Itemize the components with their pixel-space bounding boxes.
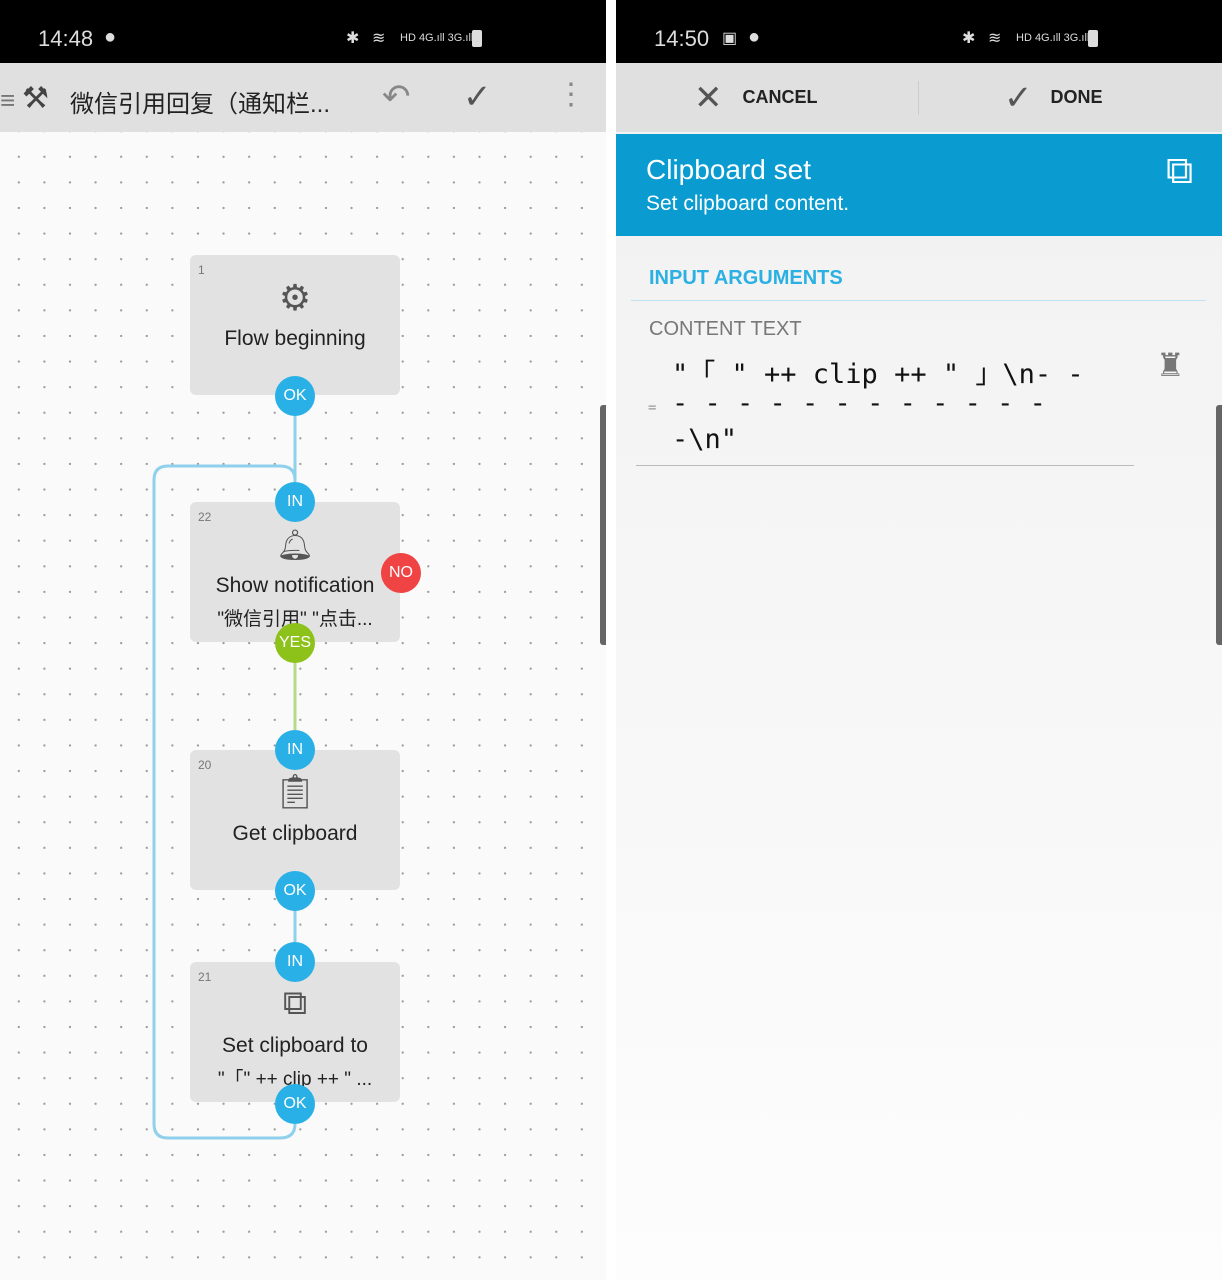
- section-heading: INPUT ARGUMENTS: [649, 267, 843, 289]
- flow-node-20[interactable]: 20 📋︎ Get clipboard: [190, 750, 400, 890]
- image-icon: ▣: [722, 30, 738, 47]
- node-title: Set clipboard to: [222, 1034, 368, 1057]
- battery-icon: [1088, 30, 1098, 47]
- status-time: 14:50: [654, 26, 710, 51]
- input-line: "「 " ++ clip ++ " 」\n- -: [672, 359, 1084, 390]
- variable-stamp-icon[interactable]: ♜: [1156, 346, 1185, 384]
- port-yes[interactable]: YES: [275, 623, 315, 663]
- port-ok[interactable]: OK: [275, 871, 315, 911]
- node-title: Show notification: [215, 574, 375, 597]
- node-number: 1: [198, 263, 205, 277]
- port-ok[interactable]: OK: [275, 1084, 315, 1124]
- cancel-button[interactable]: ✕ CANCEL: [694, 63, 914, 132]
- gear-icon: ⚙: [278, 277, 312, 318]
- status-bar: 14:50 ▣ ● ✱ ≋ HD 4G.ıll 3G.ıll: [616, 0, 1222, 63]
- flow-node-21[interactable]: 21 ⧉ Set clipboard to "「" ++ clip ++ " .…: [190, 962, 400, 1102]
- flow-node-1[interactable]: 1 ⚙ Flow beginning: [190, 255, 400, 395]
- spotify-icon: ●: [748, 26, 761, 48]
- port-no[interactable]: NO: [381, 553, 421, 593]
- node-number: 20: [198, 758, 212, 772]
- flow-editor-screen: 14:48 ● ✱ ≋ HD 4G.ıll 3G.ıll ≡ ⚒ 微信引用回复（…: [0, 0, 606, 1280]
- action-bar: ✕ CANCEL ✓ DONE: [616, 63, 1222, 132]
- flow-node-22[interactable]: 22 🔔︎ Show notification "微信引用" "点击...: [190, 502, 400, 642]
- port-in[interactable]: IN: [275, 730, 315, 770]
- port-in[interactable]: IN: [275, 942, 315, 982]
- bell-icon: 🔔︎: [275, 529, 315, 562]
- bluetooth-icon: ✱: [962, 30, 976, 47]
- block-header: Clipboard set Set clipboard content. ⧉: [616, 134, 1222, 236]
- node-title: Get clipboard: [232, 822, 358, 845]
- clipboard-icon: 📋︎: [273, 773, 317, 811]
- divider: [631, 300, 1206, 301]
- input-line: - - - - - - - - - - - -: [672, 388, 1046, 419]
- port-ok[interactable]: OK: [275, 376, 315, 416]
- input-prefix: =: [648, 400, 657, 416]
- copy-icon: ⧉: [1166, 150, 1194, 192]
- copy-icon: ⧉: [282, 984, 308, 1022]
- block-subtitle: Set clipboard content.: [646, 192, 850, 215]
- node-title: Flow beginning: [224, 327, 366, 350]
- divider: [918, 81, 919, 115]
- block-title: Clipboard set: [646, 154, 811, 185]
- close-icon: ✕: [694, 78, 723, 117]
- check-icon: ✓: [1004, 78, 1033, 117]
- wifi-icon: ≋: [988, 30, 1002, 47]
- input-line: -\n": [672, 424, 738, 455]
- port-in[interactable]: IN: [275, 482, 315, 522]
- node-number: 22: [198, 510, 212, 524]
- block-edit-screen: 14:50 ▣ ● ✱ ≋ HD 4G.ıll 3G.ıll ✕ CANCEL …: [616, 0, 1222, 1280]
- content-text-input[interactable]: "「 " ++ clip ++ " 」\n- - = - - - - - - -…: [636, 352, 1134, 466]
- scroll-handle[interactable]: [600, 405, 606, 645]
- node-number: 21: [198, 970, 212, 984]
- scroll-handle[interactable]: [1216, 405, 1222, 645]
- done-label: DONE: [1050, 87, 1103, 107]
- network-icon: HD 4G.ıll 3G.ıll: [1016, 32, 1090, 44]
- cancel-label: CANCEL: [742, 87, 818, 107]
- done-button[interactable]: ✓ DONE: [1004, 63, 1204, 132]
- field-label: CONTENT TEXT: [649, 318, 802, 340]
